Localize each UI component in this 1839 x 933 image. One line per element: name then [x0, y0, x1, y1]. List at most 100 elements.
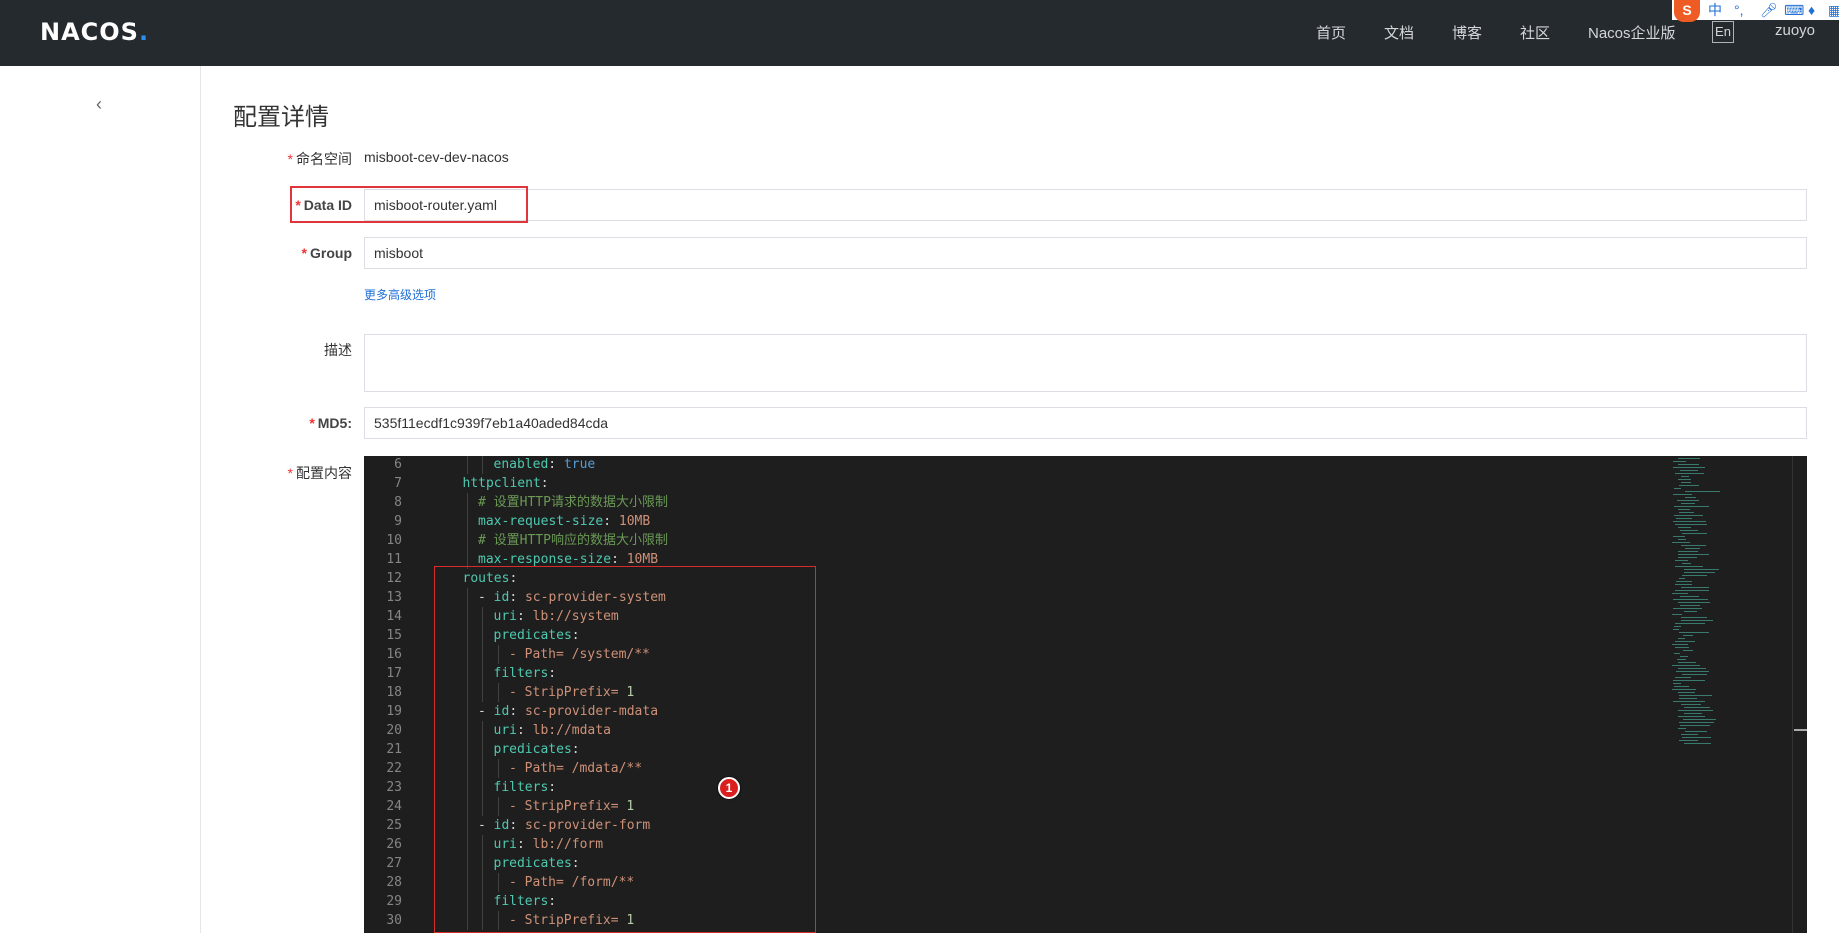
minimap-line: [1678, 539, 1686, 540]
minimap-line: [1682, 674, 1707, 675]
minimap-line: [1674, 626, 1681, 627]
minimap-line: [1679, 698, 1697, 699]
line-number: 18: [386, 685, 402, 700]
description-label: 描述: [324, 342, 352, 358]
punctuation-icon[interactable]: °,: [1734, 0, 1744, 20]
minimap-line: [1673, 494, 1692, 495]
minimap-line: [1675, 560, 1688, 561]
content-label: * 配置内容: [287, 465, 352, 481]
minimap-line: [1685, 497, 1696, 498]
nav-home[interactable]: 首页: [1316, 22, 1346, 43]
line-number: 7: [394, 476, 402, 491]
code-line[interactable]: 9 max-request-size: 10MB: [364, 512, 1664, 531]
md5-label: * MD5:: [309, 415, 352, 431]
minimap-line: [1673, 599, 1708, 600]
code-line[interactable]: 10 # 设置HTTP响应的数据大小限制: [364, 531, 1664, 550]
minimap-line: [1684, 743, 1711, 744]
nav-docs[interactable]: 文档: [1384, 22, 1414, 43]
minimap-line: [1680, 596, 1699, 597]
back-chevron-icon[interactable]: ‹: [96, 94, 102, 115]
nacos-logo[interactable]: NACOS.: [40, 18, 149, 46]
minimap-line: [1684, 713, 1702, 714]
mic-icon[interactable]: 🎤︎: [1760, 0, 1778, 20]
minimap-line: [1673, 461, 1686, 462]
user-menu[interactable]: zuoyo: [1775, 22, 1815, 39]
line-number: 16: [386, 647, 402, 662]
minimap-line: [1678, 602, 1710, 603]
ime-toolbar[interactable]: S 中 °, 🎤︎ ⌨ ♦ ▦: [1672, 0, 1839, 22]
minimap-line: [1676, 581, 1692, 582]
minimap-line: [1681, 545, 1706, 546]
line-number: 30: [386, 913, 402, 928]
minimap-line: [1678, 554, 1709, 555]
minimap-line: [1680, 470, 1698, 471]
code-line[interactable]: 7 httpclient:: [364, 474, 1664, 493]
minimap-line: [1675, 473, 1704, 474]
data-id-highlight-box: [290, 186, 528, 223]
md5-field[interactable]: 535f11ecdf1c939f7eb1a40aded84cda: [364, 407, 1807, 439]
language-switch-button[interactable]: En: [1712, 21, 1734, 43]
minimap-line: [1675, 566, 1703, 567]
nav-community[interactable]: 社区: [1520, 22, 1550, 43]
line-number: 24: [386, 799, 402, 814]
minimap-line: [1672, 614, 1682, 615]
advanced-options-link[interactable]: 更多高级选项: [364, 286, 436, 303]
minimap-line: [1679, 578, 1685, 579]
minimap-line: [1679, 632, 1709, 633]
code-text: httpclient:: [462, 476, 549, 491]
data-id-field[interactable]: misboot-router.yaml: [364, 189, 1807, 221]
minimap-line: [1682, 563, 1691, 564]
minimap-line: [1681, 587, 1709, 588]
minimap-line: [1679, 512, 1694, 513]
indent-guide: [482, 456, 483, 474]
description-textarea[interactable]: [364, 334, 1807, 392]
minimap-line: [1681, 704, 1701, 705]
minimap-line: [1678, 557, 1697, 558]
nav-blog[interactable]: 博客: [1452, 22, 1482, 43]
keyboard-icon[interactable]: ⌨: [1784, 0, 1804, 20]
group-label: * Group: [301, 245, 352, 261]
ime-mode-label[interactable]: 中: [1708, 0, 1722, 20]
editor-minimap[interactable]: [1668, 456, 1798, 933]
line-number: 10: [386, 533, 402, 548]
minimap-line: [1672, 644, 1688, 645]
minimap-line: [1675, 524, 1707, 525]
line-number: 27: [386, 856, 402, 871]
minimap-line: [1681, 482, 1691, 483]
menu-icon[interactable]: ▦: [1828, 0, 1839, 20]
line-number: 22: [386, 761, 402, 776]
editor-scroll-thumb[interactable]: [1794, 729, 1807, 731]
minimap-line: [1678, 716, 1705, 717]
group-field[interactable]: misboot: [364, 237, 1807, 269]
skin-icon[interactable]: ♦: [1808, 0, 1815, 20]
routes-highlight-box: [434, 566, 816, 933]
code-line[interactable]: 8 # 设置HTTP请求的数据大小限制: [364, 493, 1664, 512]
minimap-line: [1674, 686, 1689, 687]
line-number: 21: [386, 742, 402, 757]
indent-guide: [466, 531, 468, 550]
indent-guide: [466, 512, 468, 531]
minimap-line: [1677, 659, 1686, 660]
minimap-line: [1682, 737, 1711, 738]
minimap-line: [1684, 707, 1710, 708]
line-number: 19: [386, 704, 402, 719]
editor-scrollbar[interactable]: [1792, 456, 1807, 933]
minimap-line: [1679, 485, 1699, 486]
code-line[interactable]: 6 enabled: true: [364, 456, 1664, 474]
minimap-line: [1678, 479, 1691, 480]
minimap-line: [1678, 710, 1713, 711]
minimap-line: [1674, 515, 1703, 516]
line-number: 20: [386, 723, 402, 738]
code-text: enabled: true: [493, 457, 596, 472]
line-number: 17: [386, 666, 402, 681]
minimap-line: [1676, 518, 1692, 519]
minimap-line: [1672, 689, 1696, 690]
line-number: 8: [394, 495, 402, 510]
minimap-line: [1681, 620, 1713, 621]
nav-enterprise[interactable]: Nacos企业版: [1588, 22, 1676, 43]
line-number: 9: [394, 514, 402, 529]
annotation-marker: 1: [718, 777, 740, 799]
line-number: 23: [386, 780, 402, 795]
minimap-line: [1678, 692, 1695, 693]
line-number: 14: [386, 609, 402, 624]
